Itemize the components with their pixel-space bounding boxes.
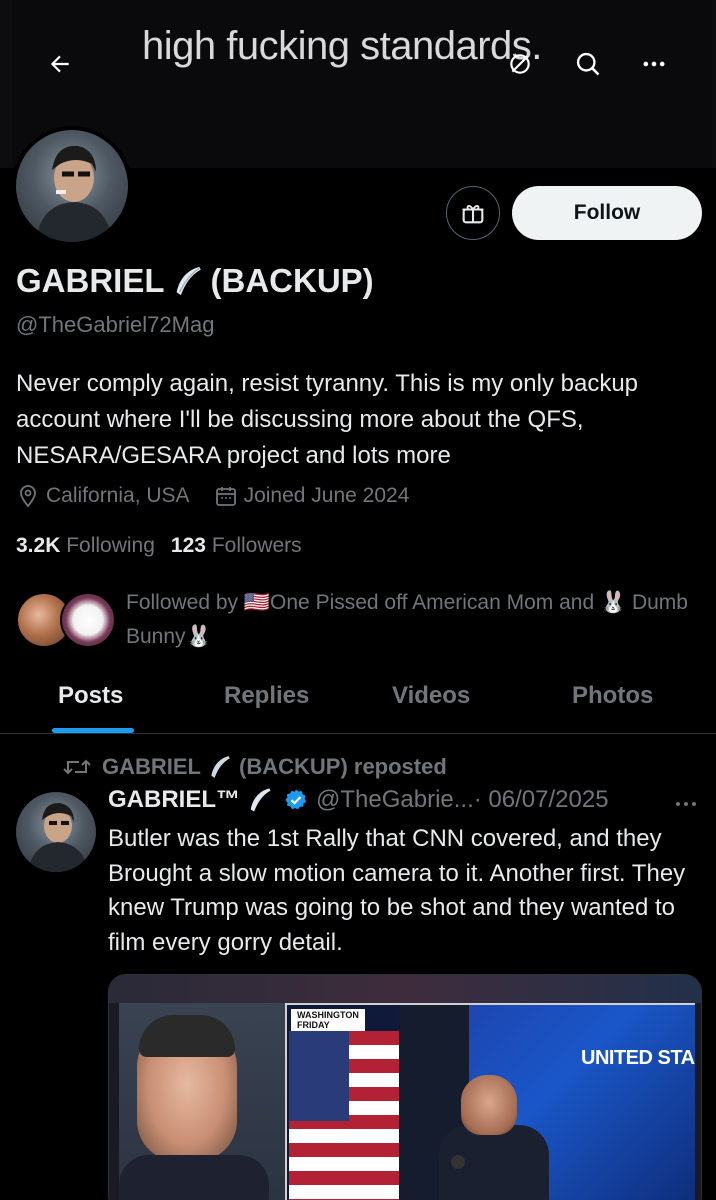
tab-photos[interactable]: Photos xyxy=(572,682,653,710)
avatar-silhouette xyxy=(36,145,112,242)
media-overlay-text: UNITED STA xyxy=(581,1047,695,1069)
post-author-avatar[interactable] xyxy=(16,792,96,872)
calendar-icon xyxy=(215,487,236,506)
verified-badge-icon xyxy=(285,789,307,810)
banner-text: high fucking standards. xyxy=(142,24,542,68)
active-tab-indicator xyxy=(52,728,134,733)
followed-by-avatars[interactable] xyxy=(16,590,116,650)
more-icon xyxy=(643,61,665,67)
followed-by-text[interactable]: Followed by 🇺🇸One Pissed off American Mo… xyxy=(126,586,706,654)
display-name-first: GABRIEL xyxy=(16,262,165,299)
more-button[interactable] xyxy=(632,42,676,86)
repost-icon xyxy=(63,759,91,775)
repost-by-first: GABRIEL xyxy=(102,754,201,779)
location-icon xyxy=(20,485,36,508)
followers-count: 123 xyxy=(170,534,206,557)
gift-icon xyxy=(462,205,484,224)
search-icon xyxy=(576,52,600,76)
profile-location: California, USA xyxy=(46,484,190,507)
media-label-line1: WASHINGTON xyxy=(297,1010,359,1020)
followers-link[interactable]: 123 Followers xyxy=(171,534,302,557)
wing-icon xyxy=(250,788,271,812)
media-location-label: WASHINGTON FRIDAY xyxy=(291,1009,365,1031)
tab-replies[interactable]: Replies xyxy=(224,682,309,710)
repost-indicator[interactable]: GABRIEL (BACKUP) reposted xyxy=(62,754,447,780)
media-stage-lights xyxy=(109,975,701,1003)
profile-meta: California, USA Joined June 2024 xyxy=(16,484,409,508)
follow-button[interactable]: Follow xyxy=(512,186,702,240)
profile-joined: Joined June 2024 xyxy=(243,484,410,507)
post-author-handle[interactable]: @TheGabrie... xyxy=(316,786,474,814)
repost-by-second: (BACKUP) reposted xyxy=(239,754,447,779)
profile-bio: Never comply again, resist tyranny. This… xyxy=(16,370,639,469)
post-text: Butler was the 1st Rally that CNN covere… xyxy=(108,825,686,956)
media-microphone xyxy=(451,1155,465,1169)
post-media[interactable]: WASHINGTON FRIDAY UNITED STA xyxy=(108,974,702,1200)
cast-button[interactable] xyxy=(500,44,540,84)
follower-avatar xyxy=(60,592,116,648)
following-count: 3.2K xyxy=(16,534,61,557)
wing-icon xyxy=(211,756,230,778)
post-more-button[interactable] xyxy=(668,790,704,818)
wing-icon xyxy=(176,266,201,296)
avatar-silhouette xyxy=(28,802,88,872)
back-button[interactable] xyxy=(38,42,82,86)
media-flag-canton xyxy=(289,1031,349,1121)
tab-posts[interactable]: Posts xyxy=(58,682,123,710)
back-arrow-icon xyxy=(50,55,69,73)
media-host-hair xyxy=(139,1015,235,1057)
profile-avatar[interactable] xyxy=(12,126,132,246)
profile-tabs: Posts Replies Videos Photos xyxy=(0,668,716,734)
profile-handle: @TheGabriel72Mag xyxy=(16,312,215,337)
media-speaker-face xyxy=(461,1075,517,1135)
avatar-image xyxy=(16,130,128,242)
post-author-name[interactable]: GABRIEL™ xyxy=(108,786,240,814)
cast-off-icon xyxy=(510,54,530,74)
post-header: GABRIEL™ @TheGabrie... · 06/07/2025 xyxy=(108,786,609,814)
profile-stats: 3.2K Following 123 Followers xyxy=(16,534,302,558)
tab-videos[interactable]: Videos xyxy=(392,682,470,710)
display-name: GABRIEL (BACKUP) xyxy=(16,262,374,300)
search-button[interactable] xyxy=(566,42,610,86)
post-date: · 06/07/2025 xyxy=(473,786,609,813)
media-host-suit xyxy=(119,1155,269,1200)
display-name-second: (BACKUP) xyxy=(210,262,374,299)
media-label-line2: FRIDAY xyxy=(297,1020,330,1030)
following-label: Following xyxy=(66,534,155,557)
followers-label: Followers xyxy=(211,534,302,557)
following-link[interactable]: 3.2K Following xyxy=(16,534,155,557)
more-icon xyxy=(676,802,696,806)
gift-button[interactable] xyxy=(446,186,500,240)
